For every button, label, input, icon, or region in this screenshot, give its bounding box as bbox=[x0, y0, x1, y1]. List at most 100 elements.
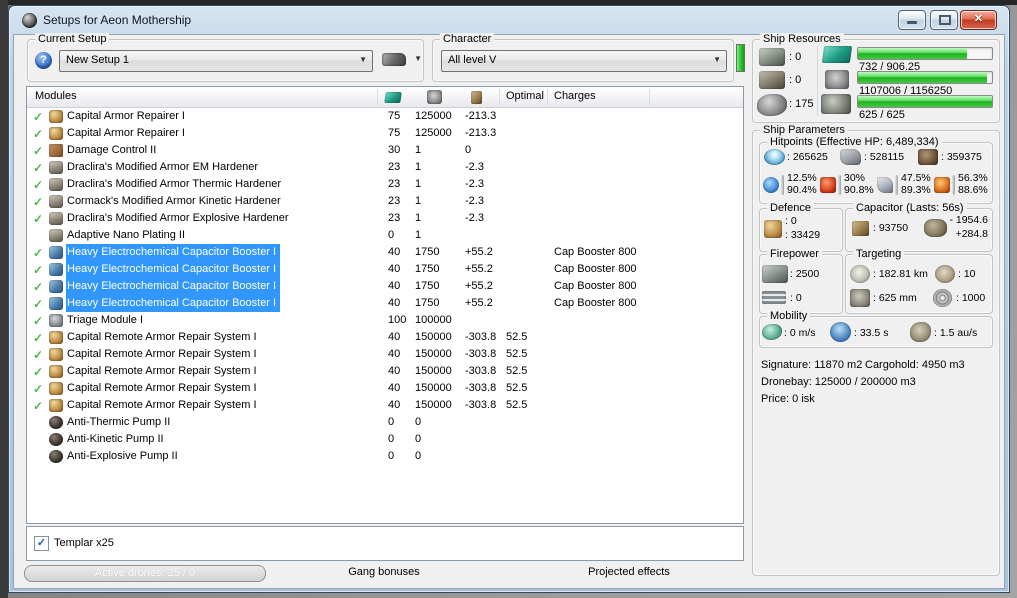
cpu-usage: 23 bbox=[388, 178, 401, 190]
table-row[interactable]: Adaptive Nano Plating II 0 1 bbox=[27, 227, 743, 244]
module-name: Adaptive Nano Plating II bbox=[67, 229, 186, 241]
missile-icon bbox=[762, 291, 786, 304]
table-row[interactable]: ✓ Heavy Electrochemical Capacitor Booster… bbox=[27, 295, 743, 312]
setup-combobox[interactable]: New Setup 1 ▼ bbox=[59, 50, 373, 72]
column-charges[interactable]: Charges bbox=[554, 90, 596, 102]
table-row[interactable]: ✓ Cormack's Modified Armor Kinetic Harden… bbox=[27, 193, 743, 210]
modules-rows: ✓ Capital Armor Repairer I 75 125000 -213.3 ✓… bbox=[27, 108, 743, 465]
ship-select-button[interactable]: ▼ bbox=[380, 50, 426, 70]
drone-usage-value: 625 / 625 bbox=[859, 109, 905, 121]
turret-hardpoints-value: : 0 bbox=[789, 51, 802, 63]
module-name: Draclira's Modified Armor Explosive Hard… bbox=[67, 212, 289, 224]
table-row[interactable]: ✓ Heavy Electrochemical Capacitor Booster… bbox=[27, 261, 743, 278]
module-name: Draclira's Modified Armor Thermic Harden… bbox=[67, 178, 282, 190]
check-icon: ✓ bbox=[33, 399, 44, 413]
powergrid-usage: 1 bbox=[415, 212, 422, 224]
table-row[interactable]: ✓ Capital Remote Armor Repair System I 40 1… bbox=[27, 397, 743, 414]
powergrid-usage: 1 bbox=[415, 178, 422, 190]
title-bar[interactable]: Setups for Aeon Mothership ✕ bbox=[9, 6, 1009, 34]
table-row[interactable]: ✓ Capital Remote Armor Repair System I 40 1… bbox=[27, 329, 743, 346]
setup-combobox-value: New Setup 1 bbox=[66, 54, 129, 66]
capacitor-drain: - 1954.6 bbox=[949, 214, 988, 226]
table-row[interactable]: ✓ Capital Remote Armor Repair System I 40 1… bbox=[27, 346, 743, 363]
help-icon[interactable]: ? bbox=[35, 52, 52, 69]
firepower-dps: : 0 bbox=[790, 292, 802, 304]
minimize-button[interactable] bbox=[898, 10, 926, 30]
maximize-button[interactable] bbox=[930, 10, 958, 30]
table-row[interactable]: ✓ Capital Armor Repairer I 75 125000 -213.3 bbox=[27, 125, 743, 142]
capbooster-module-icon bbox=[49, 280, 63, 293]
table-row[interactable]: ✓ Heavy Electrochemical Capacitor Booster… bbox=[27, 244, 743, 261]
dronebay-value: Dronebay: 125000 / 200000 m3 bbox=[761, 376, 916, 388]
module-name: Cormack's Modified Armor Kinetic Hardene… bbox=[67, 195, 281, 207]
gang-bonuses-button[interactable]: Gang bonuses bbox=[254, 566, 514, 578]
powergrid-usage: 125000 bbox=[415, 127, 452, 139]
charge-name: Cap Booster 800 bbox=[554, 280, 637, 292]
powergrid-icon[interactable] bbox=[427, 90, 442, 104]
projected-effects-button[interactable]: Projected effects bbox=[504, 566, 754, 578]
table-row[interactable]: Anti-Explosive Pump II 0 0 bbox=[27, 448, 743, 465]
drone-bar bbox=[857, 95, 993, 108]
price-value: Price: 0 isk bbox=[761, 393, 815, 405]
thermal-shield-resist: 30% bbox=[844, 172, 866, 184]
table-row[interactable]: ✓ Damage Control II 30 1 0 bbox=[27, 142, 743, 159]
check-icon: ✓ bbox=[33, 331, 44, 345]
drones-listbox: ✓ Templar x25 bbox=[26, 526, 744, 561]
ship-icon bbox=[382, 53, 406, 66]
kinetic-armor-resist: 89.3% bbox=[901, 184, 931, 196]
check-icon: ✓ bbox=[33, 127, 44, 141]
cpu-usage: 40 bbox=[388, 399, 401, 411]
cpu-icon[interactable] bbox=[384, 92, 402, 103]
divider bbox=[838, 175, 841, 195]
check-icon: ✓ bbox=[33, 382, 44, 396]
modules-table-header[interactable]: Modules Optimal Charges bbox=[27, 87, 743, 108]
firepower-group: Firepower : 2500 : 0 bbox=[759, 248, 843, 314]
table-row[interactable]: ✓ Draclira's Modified Armor EM Hardener 23… bbox=[27, 159, 743, 176]
drone-checkbox[interactable]: ✓ bbox=[34, 536, 49, 551]
table-row[interactable]: ✓ Draclira's Modified Armor Thermic Harde… bbox=[27, 176, 743, 193]
thermal-resist-icon bbox=[820, 177, 836, 193]
powergrid-usage: 150000 bbox=[415, 365, 452, 377]
table-row[interactable]: ✓ Draclira's Modified Armor Explosive Har… bbox=[27, 210, 743, 227]
module-name: Triage Module I bbox=[67, 314, 144, 326]
active-drones-button[interactable]: Active drones: 25 / 0 bbox=[24, 565, 266, 582]
close-button[interactable]: ✕ bbox=[960, 10, 997, 30]
divider bbox=[952, 175, 955, 195]
module-name: Heavy Electrochemical Capacitor Booster … bbox=[66, 261, 281, 278]
module-name: Draclira's Modified Armor EM Hardener bbox=[67, 161, 258, 173]
explosive-shield-resist: 56.3% bbox=[958, 172, 988, 184]
table-row[interactable]: ✓ Capital Armor Repairer I 75 125000 -213.3 bbox=[27, 108, 743, 125]
table-row[interactable]: ✓ Triage Module I 100 100000 bbox=[27, 312, 743, 329]
powergrid-usage: 1750 bbox=[415, 280, 440, 292]
powergrid-usage: 125000 bbox=[415, 110, 452, 122]
powergrid-usage: 150000 bbox=[415, 382, 452, 394]
triage-module-icon bbox=[49, 314, 63, 327]
capacitor-group: Capacitor (Lasts: 56s) : 93750 - 1954.6 … bbox=[845, 202, 993, 252]
column-modules[interactable]: Modules bbox=[35, 90, 77, 102]
check-icon: ✓ bbox=[33, 314, 44, 328]
cpu-usage: 40 bbox=[388, 297, 401, 309]
em-shield-resist: 12.5% bbox=[787, 172, 817, 184]
table-row[interactable]: ✓ Heavy Electrochemical Capacitor Booster… bbox=[27, 278, 743, 295]
drone-label[interactable]: Templar x25 bbox=[54, 537, 114, 549]
remote-module-icon bbox=[49, 331, 63, 344]
table-row[interactable]: ✓ Capital Remote Armor Repair System I 40 1… bbox=[27, 363, 743, 380]
character-group: Character All level V ▼ bbox=[432, 33, 734, 82]
thermal-armor-resist: 90.8% bbox=[844, 184, 874, 196]
column-separator bbox=[547, 89, 548, 105]
table-row[interactable]: Anti-Thermic Pump II 0 0 bbox=[27, 414, 743, 431]
pump-module-icon bbox=[49, 416, 63, 429]
table-row[interactable]: ✓ Capital Remote Armor Repair System I 40 1… bbox=[27, 380, 743, 397]
ship-resources-label: Ship Resources bbox=[760, 33, 844, 46]
cpu-usage: 0 bbox=[388, 416, 395, 428]
capacitor-icon[interactable] bbox=[471, 91, 482, 104]
character-combobox[interactable]: All level V ▼ bbox=[441, 50, 727, 72]
character-status-indicator bbox=[736, 44, 745, 72]
cap-injector-icon bbox=[924, 219, 947, 237]
cpu-usage: 0 bbox=[388, 450, 395, 462]
hardener-module-icon bbox=[49, 161, 63, 174]
table-row[interactable]: Anti-Kinetic Pump II 0 0 bbox=[27, 431, 743, 448]
max-targets-icon bbox=[935, 265, 955, 283]
defence-shield-rate: : 0 bbox=[785, 215, 797, 227]
column-optimal[interactable]: Optimal bbox=[506, 90, 544, 102]
